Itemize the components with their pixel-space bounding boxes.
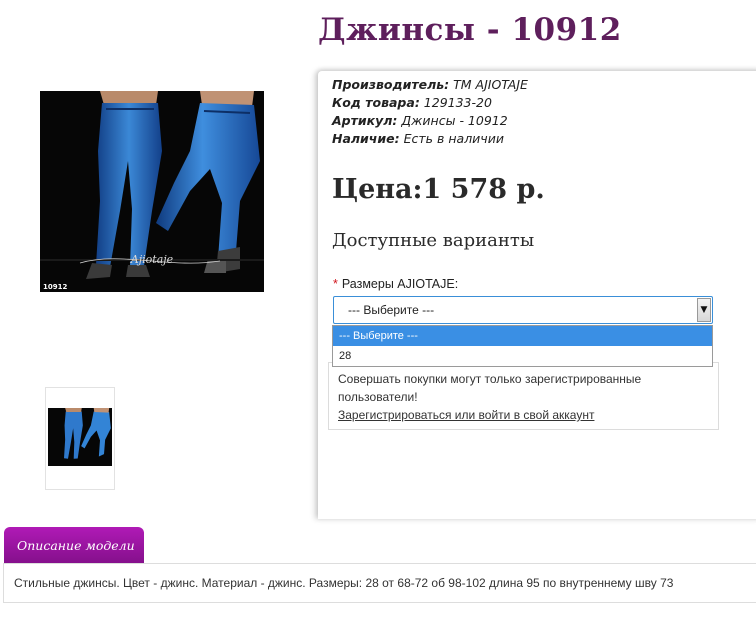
thumbnail-image: [48, 408, 112, 466]
manufacturer-line: Производитель: ТМ AJIOTAJE: [332, 77, 528, 92]
notice-text: Совершать покупки могут только зарегистр…: [338, 372, 642, 404]
jeans-photo: Ajiotaje 10912: [40, 91, 264, 292]
article-label: Артикул:: [332, 113, 398, 128]
description-text: Стильные джинсы. Цвет - джинс. Материал …: [14, 576, 674, 590]
availability-line: Наличие: Есть в наличии: [332, 131, 504, 146]
availability-value: Есть в наличии: [403, 131, 504, 146]
image-signature: Ajiotaje: [130, 253, 174, 266]
product-main-image[interactable]: Ajiotaje 10912: [40, 91, 264, 292]
tab-description[interactable]: Описание модели: [4, 527, 144, 563]
size-dropdown-list: --- Выберите --- 28: [332, 325, 713, 367]
size-select-value: --- Выберите ---: [348, 303, 435, 317]
availability-label: Наличие:: [332, 131, 400, 146]
manufacturer-label: Производитель:: [332, 77, 450, 92]
size-label: * Размеры AJIOTAJE:: [333, 277, 458, 291]
dropdown-arrow-icon[interactable]: ▼: [697, 298, 711, 322]
article-value: Джинсы - 10912: [401, 113, 508, 128]
size-option-placeholder[interactable]: --- Выберите ---: [333, 326, 712, 346]
product-info-panel: Производитель: ТМ AJIOTAJE Код товара: 1…: [318, 71, 756, 519]
manufacturer-value[interactable]: ТМ AJIOTAJE: [453, 77, 528, 92]
image-code: 10912: [43, 283, 67, 291]
size-option-28[interactable]: 28: [333, 346, 712, 366]
size-label-text: Размеры AJIOTAJE:: [341, 277, 459, 291]
product-code-label: Код товара:: [332, 95, 420, 110]
page-title: Джинсы - 10912: [318, 12, 622, 48]
article-line: Артикул: Джинсы - 10912: [332, 113, 508, 128]
register-login-link[interactable]: Зарегистрироваться или войти в свой акка…: [338, 408, 594, 422]
required-mark: *: [333, 277, 338, 291]
product-price: Цена:1 578 р.: [332, 174, 545, 205]
product-code-value: 129133-20: [423, 95, 492, 110]
description-panel: Стильные джинсы. Цвет - джинс. Материал …: [3, 563, 756, 603]
registration-notice: Совершать покупки могут только зарегистр…: [328, 362, 719, 430]
size-select[interactable]: --- Выберите --- ▼: [333, 296, 713, 324]
product-thumbnail[interactable]: [45, 387, 115, 490]
product-code-line: Код товара: 129133-20: [332, 95, 492, 110]
variants-title: Доступные варианты: [332, 230, 535, 251]
